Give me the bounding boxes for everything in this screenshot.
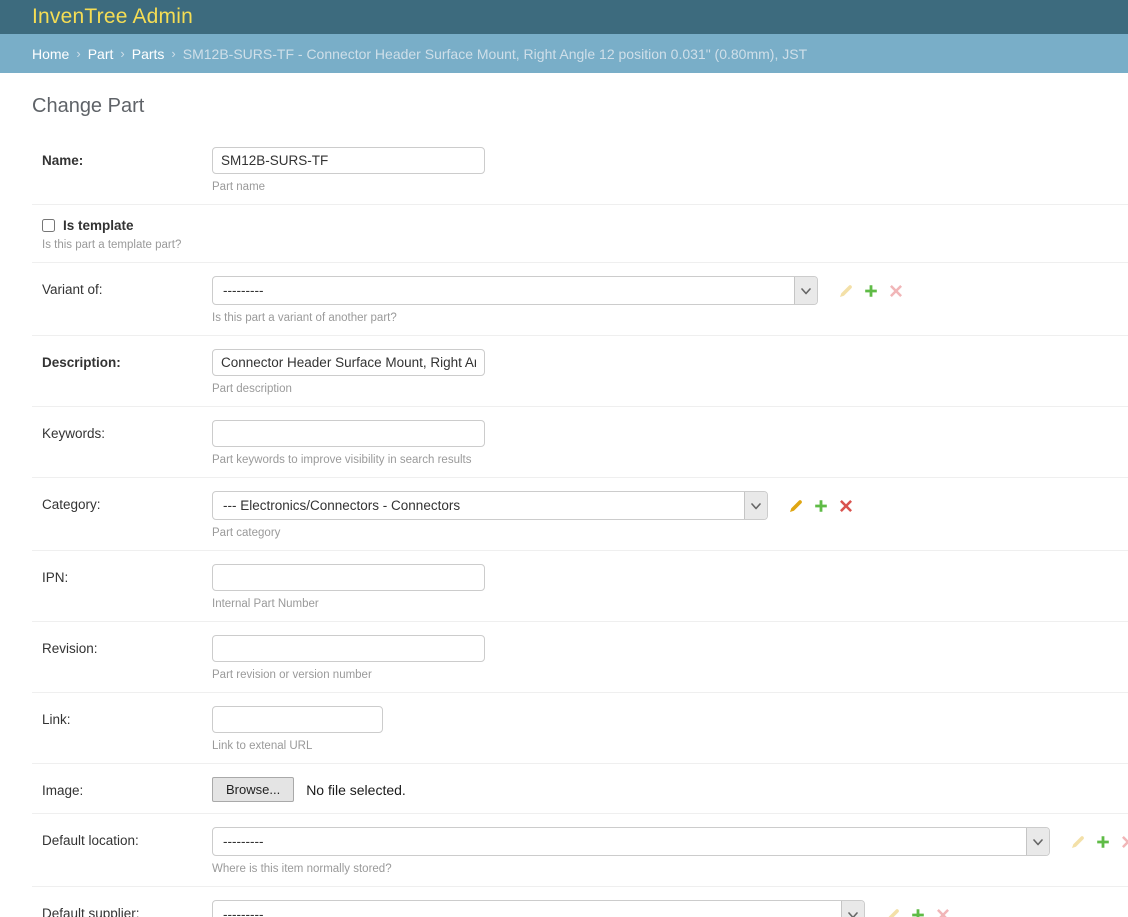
variant-of-selected-value: --------- (213, 277, 263, 304)
revision-help: Part revision or version number (212, 669, 485, 681)
ipn-input[interactable] (212, 564, 485, 591)
default-location-select[interactable]: --------- (212, 827, 1050, 856)
form-row-description: Description: Part description (32, 336, 1128, 407)
browse-button[interactable]: Browse... (212, 777, 294, 802)
breadcrumb-parts-link[interactable]: Parts (132, 46, 165, 62)
page-title: Change Part (32, 95, 1128, 118)
edit-pencil-icon[interactable] (886, 908, 900, 917)
link-help: Link to extenal URL (212, 740, 383, 752)
category-select[interactable]: --- Electronics/Connectors - Connectors (212, 491, 768, 520)
breadcrumb: Home › Part › Parts › SM12B-SURS-TF - Co… (0, 34, 1128, 73)
description-help: Part description (212, 383, 485, 395)
category-label: Category: (42, 491, 212, 512)
breadcrumb-separator: › (76, 46, 80, 61)
breadcrumb-separator: › (120, 46, 124, 61)
revision-label: Revision: (42, 635, 212, 656)
chevron-down-icon[interactable] (841, 901, 864, 917)
form-row-category: Category: --- Electronics/Connectors - C… (32, 478, 1128, 551)
add-plus-icon[interactable] (1096, 835, 1110, 849)
breadcrumb-home-link[interactable]: Home (32, 46, 69, 62)
add-plus-icon[interactable] (864, 284, 878, 298)
keywords-help: Part keywords to improve visibility in s… (212, 454, 485, 466)
category-selected-value: --- Electronics/Connectors - Connectors (213, 492, 460, 519)
change-part-form: Change Part Name: Part name Is template … (32, 95, 1128, 917)
link-input[interactable] (212, 706, 383, 733)
file-status-text: No file selected. (306, 782, 406, 798)
is-template-help: Is this part a template part? (42, 239, 181, 251)
delete-cross-icon[interactable] (936, 908, 950, 917)
form-row-name: Name: Part name (32, 134, 1128, 205)
keywords-input[interactable] (212, 420, 485, 447)
breadcrumb-part-link[interactable]: Part (88, 46, 114, 62)
default-supplier-selected-value: --------- (213, 901, 263, 917)
chevron-down-icon[interactable] (794, 277, 817, 304)
breadcrumb-separator: › (171, 46, 175, 61)
chevron-down-icon[interactable] (1026, 828, 1049, 855)
edit-pencil-icon[interactable] (789, 499, 803, 513)
variant-of-select[interactable]: --------- (212, 276, 818, 305)
form-row-variant-of: Variant of: --------- Is this part a var… (32, 263, 1128, 336)
app-header: InvenTree Admin (0, 0, 1128, 34)
add-plus-icon[interactable] (911, 908, 925, 917)
description-label: Description: (42, 349, 212, 370)
is-template-label: Is template (63, 218, 134, 233)
delete-cross-icon[interactable] (839, 499, 853, 513)
default-location-help: Where is this item normally stored? (212, 863, 1128, 875)
form-row-default-supplier: Default supplier: --------- Default supp… (32, 887, 1128, 917)
form-row-is-template: Is template Is this part a template part… (32, 205, 1128, 263)
is-template-checkbox[interactable] (42, 219, 55, 232)
ipn-label: IPN: (42, 564, 212, 585)
name-label: Name: (42, 147, 212, 168)
category-help: Part category (212, 527, 853, 539)
form-row-keywords: Keywords: Part keywords to improve visib… (32, 407, 1128, 478)
app-title: InvenTree Admin (32, 5, 193, 29)
default-supplier-select[interactable]: --------- (212, 900, 865, 917)
image-label: Image: (42, 777, 212, 798)
default-location-selected-value: --------- (213, 828, 263, 855)
name-input[interactable] (212, 147, 485, 174)
edit-pencil-icon[interactable] (839, 284, 853, 298)
default-location-label: Default location: (42, 827, 212, 848)
form-row-revision: Revision: Part revision or version numbe… (32, 622, 1128, 693)
keywords-label: Keywords: (42, 420, 212, 441)
ipn-help: Internal Part Number (212, 598, 485, 610)
variant-of-label: Variant of: (42, 276, 212, 297)
form-row-default-location: Default location: --------- Where is thi… (32, 814, 1128, 887)
delete-cross-icon[interactable] (889, 284, 903, 298)
name-help: Part name (212, 181, 485, 193)
delete-cross-icon[interactable] (1121, 835, 1128, 849)
form-row-ipn: IPN: Internal Part Number (32, 551, 1128, 622)
breadcrumb-current: SM12B-SURS-TF - Connector Header Surface… (183, 46, 807, 62)
form-row-image: Image: Browse... No file selected. (32, 764, 1128, 814)
add-plus-icon[interactable] (814, 499, 828, 513)
variant-of-help: Is this part a variant of another part? (212, 312, 903, 324)
edit-pencil-icon[interactable] (1071, 835, 1085, 849)
form-row-link: Link: Link to extenal URL (32, 693, 1128, 764)
default-supplier-label: Default supplier: (42, 900, 212, 917)
description-input[interactable] (212, 349, 485, 376)
chevron-down-icon[interactable] (744, 492, 767, 519)
link-label: Link: (42, 706, 212, 727)
revision-input[interactable] (212, 635, 485, 662)
